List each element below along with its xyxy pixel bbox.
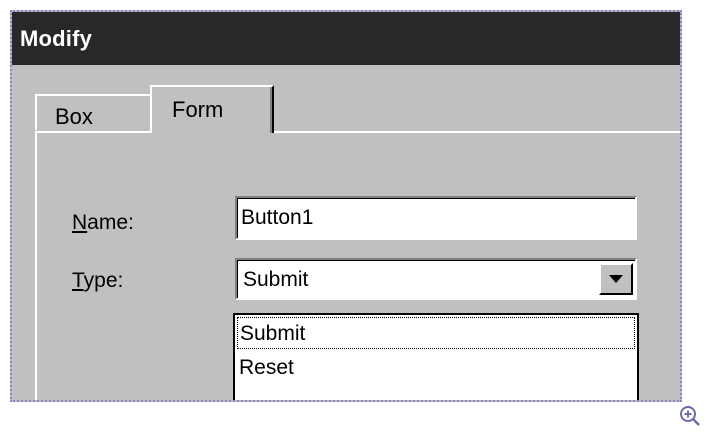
type-label-mnemonic: T <box>72 269 84 292</box>
tab-panel-border-left <box>35 131 37 400</box>
type-select[interactable]: Submit <box>235 258 637 300</box>
zoom-in-icon[interactable] <box>678 404 702 428</box>
type-select-value: Submit <box>243 268 309 291</box>
name-label-text: ame: <box>87 211 134 234</box>
tab-form[interactable]: Form <box>150 85 274 133</box>
tab-box-label: Box <box>55 104 93 129</box>
name-input[interactable]: Button1 <box>235 196 637 240</box>
type-label: Type: <box>72 269 123 293</box>
title-bar: Modify <box>12 12 680 65</box>
screenshot-frame: Modify Box Form Name: Button1 Type: Subm… <box>10 10 682 402</box>
type-option-reset[interactable]: Reset <box>237 352 635 384</box>
tab-box[interactable]: Box <box>35 94 155 130</box>
tab-panel-border-top <box>35 131 680 133</box>
type-dropdown-list: Submit Reset <box>233 313 639 400</box>
name-label: Name: <box>72 211 134 235</box>
tab-control: Box Form Name: Button1 Type: Submit Subm… <box>12 65 680 400</box>
type-label-text: ype: <box>83 269 124 292</box>
type-option-submit[interactable]: Submit <box>237 317 635 349</box>
dialog-title: Modify <box>20 26 93 51</box>
name-label-mnemonic: N <box>72 211 88 234</box>
chevron-down-icon <box>609 275 623 283</box>
type-select-dropdown-button[interactable] <box>599 263 633 295</box>
tab-form-label: Form <box>172 97 224 122</box>
